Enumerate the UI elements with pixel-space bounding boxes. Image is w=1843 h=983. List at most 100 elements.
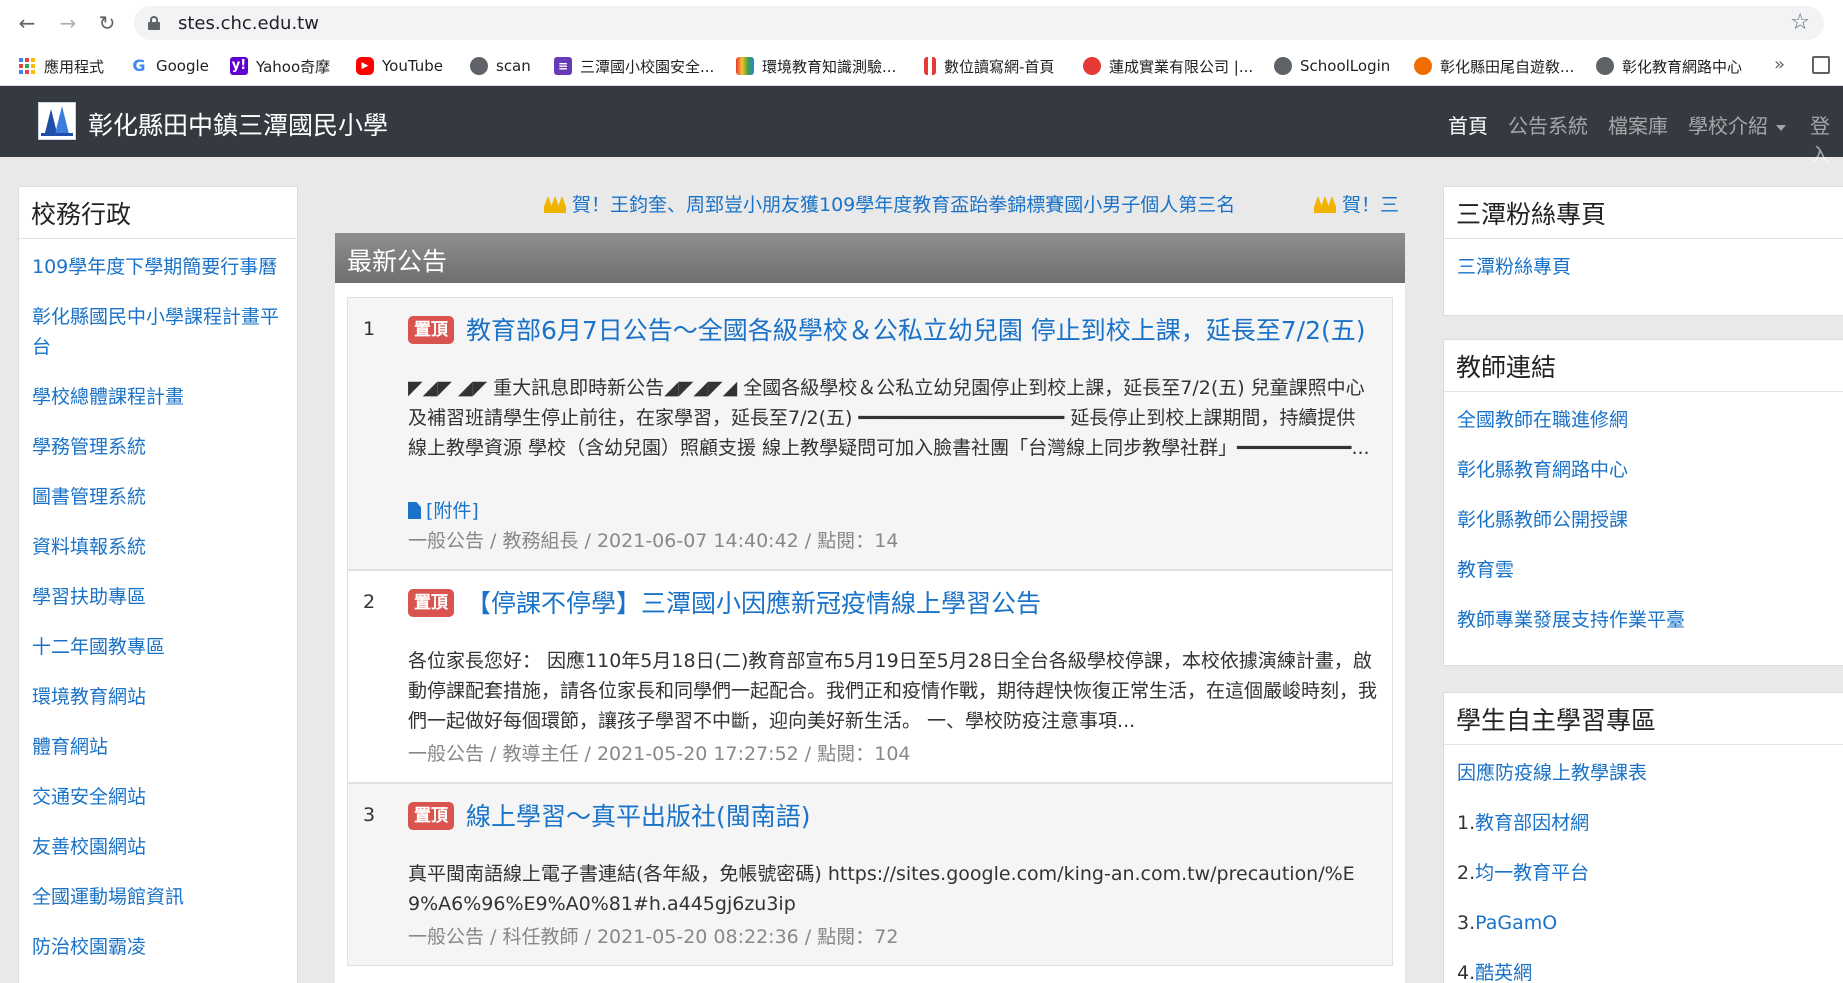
bookmark-schoollogin[interactable]: SchoolLogin [1274, 46, 1390, 86]
teacher-link[interactable]: 全國教師在職進修網 [1457, 405, 1628, 435]
bookmark-label: YouTube [382, 57, 443, 75]
sidebar-link[interactable]: 交通安全網站 [32, 782, 146, 812]
news-item: 3 置頂 線上學習～真平出版社(閩南語) 真平閩南語線上電子書連結(各年級，免帳… [347, 783, 1393, 966]
bookmark-apps[interactable]: 應用程式 [18, 46, 104, 86]
bookmark-label: Google [156, 57, 209, 75]
pinned-badge: 置頂 [408, 589, 454, 617]
swirl-icon [1083, 57, 1101, 75]
divider [1444, 744, 1843, 745]
bookmark-env-quiz[interactable]: 環境教育知識測驗... [736, 46, 896, 86]
student-link[interactable]: 因應防疫線上教學課表 [1457, 758, 1647, 788]
bookmark-label: 環境教育知識測驗... [762, 57, 897, 76]
google-icon: G [132, 56, 146, 75]
news-excerpt: ◤◢◤ ◢◤ 重大訊息即時新公告◢◤◢◤◢ 全國各級學校＆公私立幼兒園停止到校上… [408, 377, 1370, 459]
student-link[interactable]: 酷英網 [1475, 962, 1532, 983]
pinned-badge: 置頂 [408, 802, 454, 830]
news-meta: 一般公告 / 教務組長 / 2021-06-07 14:40:42 / 點閱：1… [408, 530, 899, 552]
nav-home[interactable]: 首頁 [1448, 110, 1488, 139]
sidebar-link[interactable]: 防治校園霸凌 [32, 932, 146, 962]
sidebar-link[interactable]: 學習扶助專區 [32, 582, 146, 612]
teacher-link[interactable]: 彰化縣教育網路中心 [1457, 455, 1628, 485]
teacher-link[interactable]: 教育雲 [1457, 555, 1514, 585]
address-bar[interactable]: stes.chc.edu.tw ☆ [134, 6, 1824, 40]
bookmark-scan[interactable]: scan [470, 46, 531, 86]
sidebar-link[interactable]: 十二年國教專區 [32, 632, 165, 662]
marquee-text: 賀！王鈞奎、周郅豈小朋友獲109學年度教育盃跆拳錦標賽國小男子個人第三名 [572, 194, 1236, 216]
news-item: 1 置頂 教育部6月7日公告～全國各級學校＆公私立幼兒園 停止到校上課，延長至7… [347, 297, 1393, 570]
fans-link[interactable]: 三潭粉絲專頁 [1457, 252, 1571, 282]
school-logo[interactable] [38, 102, 76, 140]
student-link[interactable]: 均一教育平台 [1475, 862, 1589, 884]
youtube-icon: ▶ [356, 57, 374, 75]
marquee-item[interactable]: 賀！王鈞奎、周郅豈小朋友獲109學年度教育盃跆拳錦標賽國小男子個人第三名 [544, 190, 1235, 217]
url-text[interactable]: stes.chc.edu.tw [178, 13, 319, 34]
teacher-link[interactable]: 彰化縣教師公開授課 [1457, 505, 1628, 535]
marquee-text: 賀！三 [1342, 194, 1400, 216]
back-arrow-icon[interactable]: ← [14, 10, 40, 36]
sidebar-link[interactable]: 體育網站 [32, 732, 108, 762]
sidebar-link[interactable]: 109學年度下學期簡要行事曆 [32, 252, 277, 282]
nav-login[interactable]: 登入 [1810, 110, 1843, 168]
list-icon: ≡ [554, 57, 572, 75]
student-link-row: 1.教育部因材網 [1457, 808, 1589, 838]
list-number: 3. [1457, 912, 1476, 934]
bookmark-google[interactable]: G Google [130, 46, 209, 86]
news-number: 1 [363, 318, 376, 340]
list-number: 2. [1457, 862, 1476, 884]
news-title-link[interactable]: 教育部6月7日公告～全國各級學校＆公私立幼兒園 停止到校上課，延長至7/2(五) [466, 311, 1366, 347]
divider [1444, 391, 1843, 392]
marquee-item[interactable]: 賀！三 [1314, 190, 1399, 217]
bookmark-yahoo[interactable]: y! Yahoo奇摩 [230, 46, 330, 86]
news-meta: 一般公告 / 教導主任 / 2021-05-20 17:27:52 / 點閱：1… [408, 743, 911, 765]
sidebar-link[interactable]: 學校總體課程計畫 [32, 382, 184, 412]
bookmark-campus-safety[interactable]: ≡ 三潭國小校園安全... [554, 46, 714, 86]
sidebar-link[interactable]: 友善校園網站 [32, 832, 146, 862]
reload-icon[interactable]: ↻ [94, 10, 120, 36]
chevron-down-icon [1776, 124, 1786, 131]
news-title-link[interactable]: 【停課不停學】三潭國小因應新冠疫情線上學習公告 [466, 584, 1041, 620]
nav-files[interactable]: 檔案庫 [1608, 110, 1668, 139]
bookmark-edu-network[interactable]: 彰化教育網路中心 [1596, 46, 1742, 86]
bookmark-star-icon[interactable]: ☆ [1790, 10, 1810, 35]
attachment-link[interactable]: [附件] [408, 496, 479, 523]
nav-about-school[interactable]: 學校介紹 [1688, 110, 1786, 139]
teacher-link[interactable]: 教師專業發展支持作業平臺 [1457, 605, 1685, 635]
browser-toolbar: ← → ↻ stes.chc.edu.tw ☆ [0, 0, 1843, 46]
attachment-label: [附件] [426, 500, 479, 522]
card-title: 教師連結 [1456, 353, 1557, 382]
sidebar-link[interactable]: 環境教育網站 [32, 682, 146, 712]
news-item: 2 置頂 【停課不停學】三潭國小因應新冠疫情線上學習公告 各位家長您好： 因應1… [347, 570, 1393, 783]
bookmark-label: 蓮成實業有限公司 |... [1109, 57, 1254, 76]
student-link-row: 2.均一教育平台 [1457, 858, 1589, 888]
bookmark-digital-reading[interactable]: 數位讀寫網-首頁 [924, 46, 1054, 86]
sidebar-link[interactable]: 圖書管理系統 [32, 482, 146, 512]
sidebar-link[interactable]: 學務管理系統 [32, 432, 146, 462]
student-link[interactable]: 教育部因材網 [1475, 812, 1589, 834]
more-bookmarks-icon[interactable]: » [1774, 54, 1785, 75]
sidebar-title: 校務行政 [31, 200, 132, 229]
pinned-badge: 置頂 [408, 316, 454, 344]
globe-icon [1596, 57, 1614, 75]
globe-icon [1274, 57, 1292, 75]
card-title: 學生自主學習專區 [1456, 706, 1657, 735]
globe-icon [470, 57, 488, 75]
news-number: 2 [363, 591, 376, 613]
student-link[interactable]: PaGamO [1475, 912, 1557, 934]
fans-card: 三潭粉絲專頁 三潭粉絲專頁 [1443, 186, 1843, 316]
bookmark-youtube[interactable]: ▶ YouTube [356, 46, 443, 86]
news-title-link[interactable]: 線上學習～真平出版社(閩南語) [466, 797, 811, 833]
site-brand[interactable]: 彰化縣田中鎮三潭國民小學 [88, 106, 388, 142]
reading-list-icon[interactable] [1812, 56, 1830, 74]
list-number: 4. [1457, 962, 1476, 983]
bookmark-liancheng[interactable]: 蓮成實業有限公司 |... [1083, 46, 1253, 86]
sidebar-link[interactable]: 彰化縣國民中小學課程計畫平台 [32, 302, 287, 362]
sidebar-link[interactable]: 資料填報系統 [32, 532, 146, 562]
bookmark-tianwei[interactable]: 彰化縣田尾自遊敎... [1414, 46, 1574, 86]
student-link-row: 3.PaGamO [1457, 908, 1557, 938]
bookmark-label: 彰化縣田尾自遊敎... [1440, 57, 1575, 76]
forward-arrow-icon[interactable]: → [55, 10, 81, 36]
sidebar-link[interactable]: 全國運動場館資訊 [32, 882, 184, 912]
bookmark-label: 應用程式 [44, 57, 105, 76]
teacher-links-card: 教師連結 全國教師在職進修網 彰化縣教育網路中心 彰化縣教師公開授課 教育雲 教… [1443, 339, 1843, 666]
nav-announcements[interactable]: 公告系統 [1508, 110, 1588, 139]
